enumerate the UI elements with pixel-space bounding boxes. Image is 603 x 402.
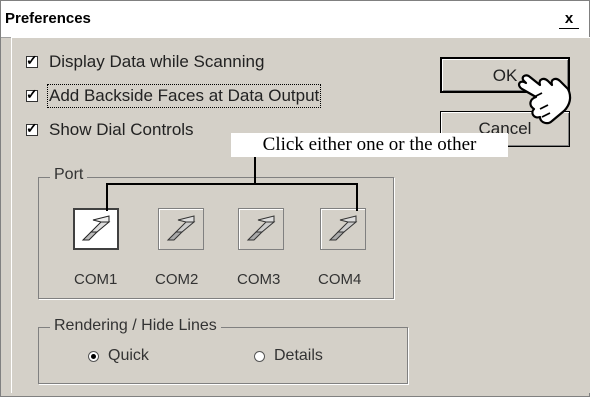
quick-radio[interactable]: Quick [88,347,149,365]
serial-port-icon [328,215,358,241]
serial-port-icon [246,215,276,241]
title-bar: Preferences x [1,1,589,38]
annotation-bracket [106,183,358,211]
show-dial-controls-checkbox[interactable]: Show Dial Controls [26,120,194,140]
checkbox-label: Add Backside Faces at Data Output [46,84,322,108]
com2-port-button[interactable] [158,208,204,250]
pointing-hand-cursor-icon [517,74,572,125]
com4-label: COM4 [318,271,362,288]
radio-label: Details [274,347,323,364]
com3-label: COM3 [237,271,281,288]
add-backside-faces-checkbox[interactable]: Add Backside Faces at Data Output [26,84,322,108]
radio-label: Quick [108,347,149,364]
details-radio[interactable]: Details [254,347,323,365]
com2-label: COM2 [155,271,199,288]
com1-port-button[interactable] [73,208,119,250]
window-title: Preferences [5,10,91,27]
checkbox-label: Display Data while Scanning [49,52,265,71]
com3-port-button[interactable] [238,208,284,250]
com4-port-button[interactable] [320,208,366,250]
port-group-label: Port [50,166,88,184]
checkbox-icon [26,86,38,103]
checkbox-label: Show Dial Controls [49,120,194,139]
serial-port-icon [81,215,111,241]
serial-port-icon [166,215,196,241]
checkbox-icon [26,120,38,137]
close-button[interactable]: x [559,10,579,29]
display-data-while-scanning-checkbox[interactable]: Display Data while Scanning [26,52,264,72]
checkbox-icon [26,52,38,69]
annotation-stem [254,157,256,183]
radio-unselected-icon [254,350,265,362]
com1-label: COM1 [74,271,118,288]
radio-selected-icon [88,350,99,362]
rendering-group-label: Rendering / Hide Lines [50,317,221,335]
annotation-callout: Click either one or the other [231,133,508,157]
